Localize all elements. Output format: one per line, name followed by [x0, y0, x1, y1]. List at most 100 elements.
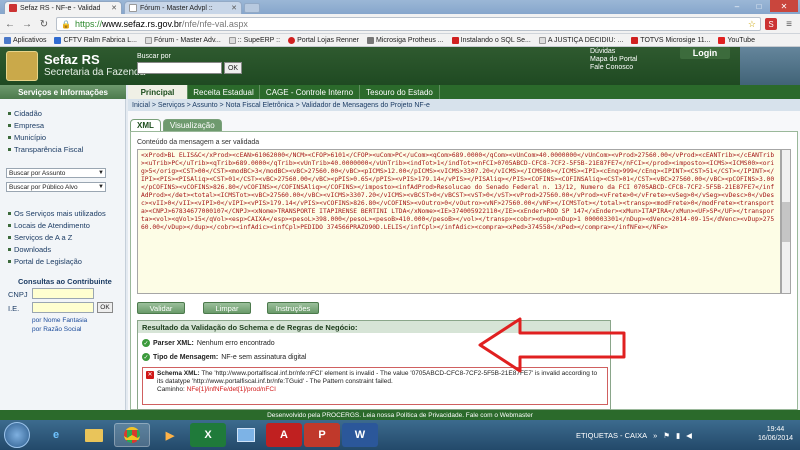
sidebar-heading: Serviços e Informações	[0, 85, 126, 99]
cnpj-input[interactable]	[32, 288, 94, 299]
sidebar-item-legislacao[interactable]: Portal de Legislação	[8, 257, 82, 266]
sidebar-item-downloads[interactable]: Downloads	[8, 245, 51, 254]
totvs-icon	[631, 36, 639, 44]
tab-visualizacao[interactable]: Visualização	[162, 119, 222, 131]
page-icon	[451, 36, 459, 44]
forward-icon[interactable]: →	[20, 17, 34, 31]
powerpoint-icon[interactable]: P	[304, 423, 340, 447]
browser-tab-strip: Sefaz RS - NF-e - Validad ✕ Fórum - Mast…	[0, 0, 800, 14]
limpar-button[interactable]: Limpar	[203, 302, 251, 314]
sidebar-item-empresa[interactable]: Empresa	[8, 121, 44, 130]
url-scheme: https://	[74, 19, 102, 29]
clock-time: 19:44	[766, 426, 785, 433]
xml-scrollbar-thumb[interactable]	[782, 202, 790, 242]
site-footer[interactable]: Desenvolvido pela PROCERGS. Leia nossa P…	[0, 410, 800, 420]
brand-title[interactable]: Sefaz RS	[44, 52, 100, 67]
bookmark-item[interactable]: Portal Lojas Renner	[288, 36, 359, 44]
bookmark-item[interactable]: A JUSTIÇA DECIDIU: ...	[538, 36, 623, 44]
duvidas-link[interactable]: Dúvidas	[590, 48, 637, 56]
bookmark-item[interactable]: TOTVS Microsige 11...	[631, 36, 710, 44]
window-close-icon[interactable]: ✕	[770, 0, 798, 12]
minimize-icon[interactable]: –	[726, 0, 748, 12]
page-icon	[228, 36, 236, 44]
excel-icon[interactable]: X	[190, 423, 226, 447]
rs-coat-of-arms-icon[interactable]	[6, 51, 38, 81]
main-content: Inicial > Serviços > Assunto > Nota Fisc…	[128, 99, 800, 410]
sefaz-favicon-icon	[9, 4, 17, 12]
assunto-select[interactable]: Buscar por Assunto ▼	[6, 168, 106, 178]
fale-conosco-link[interactable]: Fale Conosco	[590, 64, 637, 72]
error-icon: ✕	[146, 371, 154, 379]
main-nav: Principal Receita Estadual CAGE - Contro…	[128, 85, 800, 99]
por-razao-link[interactable]: por Razão Social	[32, 326, 82, 333]
dropdown-arrow-icon: ▼	[98, 184, 104, 190]
url-host: www.sefaz.rs.gov.br	[101, 19, 182, 29]
address-bar[interactable]: 🔒 https://www.sefaz.rs.gov.br/nfe/nfe-va…	[56, 17, 761, 31]
nav-tab-tesouro[interactable]: Tesouro do Estado	[360, 85, 440, 99]
cnpj-label: CNPJ	[8, 290, 28, 299]
bookmark-item[interactable]: YouTube	[718, 36, 755, 44]
instrucoes-button[interactable]: Instruções	[267, 302, 319, 314]
tray-expand-icon[interactable]: »	[653, 431, 657, 440]
word-icon[interactable]: W	[342, 423, 378, 447]
nav-tab-receita[interactable]: Receita Estadual	[188, 85, 260, 99]
ie-input[interactable]	[32, 302, 94, 313]
consulta-ok-button[interactable]: OK	[97, 302, 113, 313]
network-status-icon[interactable]: ▮	[676, 431, 680, 440]
tray-label[interactable]: ETIQUETAS - CAIXA	[576, 431, 647, 440]
publico-select[interactable]: Buscar por Público Alvo ▼	[6, 182, 106, 192]
bookmark-item[interactable]: Microsiga Protheus ...	[366, 36, 444, 44]
media-player-icon[interactable]: ▶	[152, 423, 188, 447]
tab-xml[interactable]: XML	[130, 119, 161, 131]
xml-textarea[interactable]: <xProd>BL ELIS&C</xProd><cEAN>61062000</…	[137, 149, 781, 294]
maximize-icon[interactable]: □	[748, 0, 770, 12]
reload-icon[interactable]: ↻	[37, 17, 51, 31]
search-input[interactable]	[137, 62, 222, 74]
sidebar-item-locais[interactable]: Locais de Atendimento	[8, 221, 90, 230]
sidebar-item-municipio[interactable]: Município	[8, 133, 46, 142]
bookmark-item[interactable]: Instalando o SQL Se...	[451, 36, 531, 44]
tab-forum[interactable]: Fórum - Master Advpl :: ✕	[124, 1, 242, 14]
validar-button[interactable]: Validar	[137, 302, 185, 314]
brand-subtitle: Secretaria da Fazenda	[44, 67, 146, 78]
sidebar-item-servicos[interactable]: Os Serviços mais utilizados	[8, 209, 106, 218]
start-button[interactable]	[4, 422, 30, 448]
bookmark-item[interactable]: CFTV Ralm Fabrica L...	[54, 36, 137, 44]
new-tab-button[interactable]	[244, 3, 260, 13]
sidebar-item-transparencia[interactable]: Transparência Fiscal	[8, 145, 83, 154]
clock[interactable]: 19:44 16/06/2014	[758, 425, 793, 443]
tab-sefaz[interactable]: Sefaz RS - NF-e - Validad ✕	[4, 1, 122, 14]
login-button[interactable]: Login	[680, 47, 730, 59]
breadcrumb[interactable]: Inicial > Serviços > Assunto > Nota Fisc…	[128, 99, 800, 111]
mapa-link[interactable]: Mapa do Portal	[590, 56, 637, 64]
error-path: NFe[1]/infNFe/det[1]/prod/nFCI	[186, 386, 276, 393]
back-icon[interactable]: ←	[3, 17, 17, 31]
ie-icon[interactable]: e	[38, 423, 74, 447]
flag-icon[interactable]: ⚑	[663, 431, 670, 440]
bookmark-item[interactable]: :: SupeERP ::	[228, 36, 280, 44]
page-icon	[54, 36, 62, 44]
search-ok-button[interactable]: OK	[224, 62, 242, 74]
page-favicon-icon	[129, 4, 137, 12]
sidebar: Serviços e Informações Cidadão Empresa M…	[0, 85, 126, 410]
acrobat-icon[interactable]: A	[266, 423, 302, 447]
sidebar-item-a-z[interactable]: Serviços de A a Z	[8, 233, 72, 242]
bookmark-star-icon[interactable]: ☆	[748, 19, 756, 30]
lock-icon: 🔒	[61, 19, 71, 29]
folder-icon[interactable]	[76, 423, 112, 447]
tab-close-icon[interactable]: ✕	[231, 4, 237, 12]
bookmark-apps[interactable]: Aplicativos	[4, 36, 46, 44]
extension-icon[interactable]: S	[765, 18, 777, 30]
por-nome-link[interactable]: por Nome Fantasia	[32, 317, 87, 324]
volume-icon[interactable]: ◀	[686, 431, 692, 440]
sidebar-item-cidadao[interactable]: Cidadão	[8, 109, 42, 118]
header-photo	[740, 47, 800, 85]
page-icon	[538, 36, 546, 44]
chrome-icon[interactable]	[114, 423, 150, 447]
nav-tab-cage[interactable]: CAGE - Controle Interno	[260, 85, 360, 99]
bookmark-item[interactable]: Fórum - Master Adv...	[144, 36, 221, 44]
network-icon[interactable]	[228, 423, 264, 447]
nav-tab-principal[interactable]: Principal	[128, 85, 188, 99]
menu-icon[interactable]: ≡	[782, 17, 796, 31]
tab-close-icon[interactable]: ✕	[111, 4, 117, 12]
